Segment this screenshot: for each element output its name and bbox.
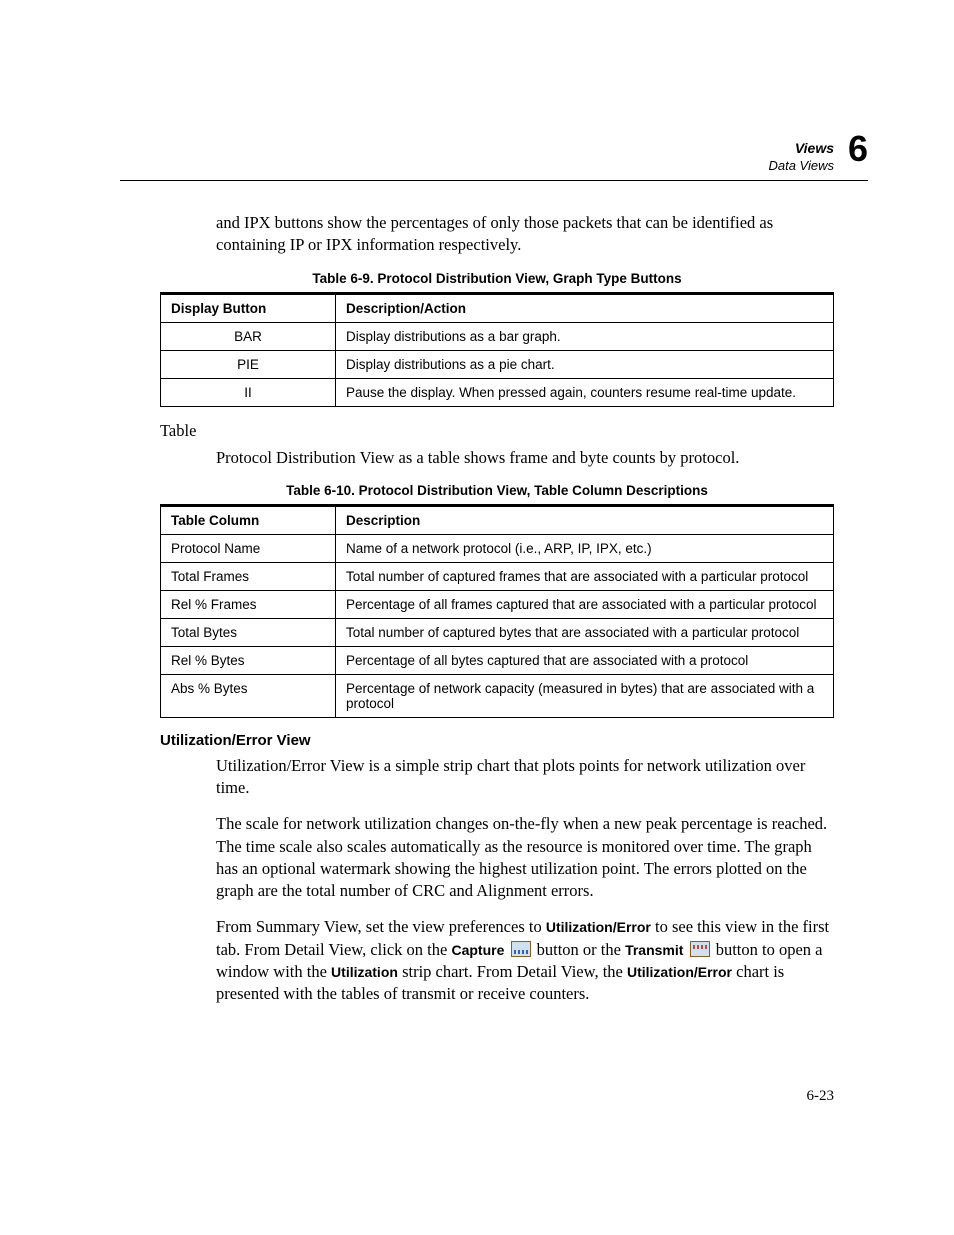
table-row: Total Bytes Total number of captured byt… bbox=[161, 618, 834, 646]
p3-bold-utilization-error: Utilization/Error bbox=[546, 919, 651, 935]
p3-bold-capture: Capture bbox=[451, 942, 504, 958]
table-row: Abs % Bytes Percentage of network capaci… bbox=[161, 674, 834, 717]
running-head: Views Data Views bbox=[768, 140, 834, 173]
transmit-icon bbox=[690, 941, 710, 957]
table-row: II Pause the display. When pressed again… bbox=[161, 378, 834, 406]
p3-bold-utilization: Utilization bbox=[331, 964, 398, 980]
section-p3: From Summary View, set the view preferen… bbox=[216, 916, 834, 1005]
cell-bar-desc: Display distributions as a bar graph. bbox=[336, 322, 834, 350]
cell-total-frames-desc: Total number of captured frames that are… bbox=[336, 562, 834, 590]
page: Views Data Views 6 and IPX buttons show … bbox=[0, 0, 954, 1235]
table-6-9: Display Button Description/Action BAR Di… bbox=[160, 292, 834, 407]
p3-t3: button or the bbox=[533, 940, 626, 959]
body: and IPX buttons show the percentages of … bbox=[160, 212, 834, 1005]
cell-total-bytes-desc: Total number of captured bytes that are … bbox=[336, 618, 834, 646]
table-6-10: Table Column Description Protocol Name N… bbox=[160, 504, 834, 718]
table-6-10-caption: Table 6-10. Protocol Distribution View, … bbox=[160, 483, 834, 498]
section-p2: The scale for network utilization change… bbox=[216, 813, 834, 902]
cell-rel-frames: Rel % Frames bbox=[161, 590, 336, 618]
table-row: Total Frames Total number of captured fr… bbox=[161, 562, 834, 590]
table-6-10-head-column: Table Column bbox=[161, 505, 336, 534]
cell-abs-bytes-desc: Percentage of network capacity (measured… bbox=[336, 674, 834, 717]
table-row: BAR Display distributions as a bar graph… bbox=[161, 322, 834, 350]
table-row: Rel % Frames Percentage of all frames ca… bbox=[161, 590, 834, 618]
cell-abs-bytes: Abs % Bytes bbox=[161, 674, 336, 717]
p3-bold-utilization-error-2: Utilization/Error bbox=[627, 964, 732, 980]
table-6-10-head-description: Description bbox=[336, 505, 834, 534]
chapter-number: 6 bbox=[848, 128, 868, 170]
table-header-row: Display Button Description/Action bbox=[161, 293, 834, 322]
cell-pie-desc: Display distributions as a pie chart. bbox=[336, 350, 834, 378]
header-rule bbox=[120, 180, 868, 181]
table-intro-paragraph: Protocol Distribution View as a table sh… bbox=[216, 447, 834, 469]
table-6-9-head-display-button: Display Button bbox=[161, 293, 336, 322]
cell-protocol-name-desc: Name of a network protocol (i.e., ARP, I… bbox=[336, 534, 834, 562]
p3-t1: From Summary View, set the view preferen… bbox=[216, 917, 546, 936]
cell-protocol-name: Protocol Name bbox=[161, 534, 336, 562]
p3-bold-transmit: Transmit bbox=[625, 942, 683, 958]
header-subtitle: Data Views bbox=[768, 158, 834, 173]
table-row: PIE Display distributions as a pie chart… bbox=[161, 350, 834, 378]
table-6-9-caption: Table 6-9. Protocol Distribution View, G… bbox=[160, 271, 834, 286]
table-6-9-head-description: Description/Action bbox=[336, 293, 834, 322]
cell-pie: PIE bbox=[161, 350, 336, 378]
cell-rel-bytes-desc: Percentage of all bytes captured that ar… bbox=[336, 646, 834, 674]
cell-bar: BAR bbox=[161, 322, 336, 350]
table-row: Rel % Bytes Percentage of all bytes capt… bbox=[161, 646, 834, 674]
cell-total-frames: Total Frames bbox=[161, 562, 336, 590]
intro-paragraph: and IPX buttons show the percentages of … bbox=[216, 212, 834, 257]
cell-pause-desc: Pause the display. When pressed again, c… bbox=[336, 378, 834, 406]
capture-icon bbox=[511, 941, 531, 957]
cell-pause: II bbox=[161, 378, 336, 406]
side-heading-table: Table bbox=[160, 421, 834, 441]
page-number: 6-23 bbox=[807, 1088, 835, 1105]
cell-rel-frames-desc: Percentage of all frames captured that a… bbox=[336, 590, 834, 618]
table-row: Protocol Name Name of a network protocol… bbox=[161, 534, 834, 562]
table-header-row: Table Column Description bbox=[161, 505, 834, 534]
cell-total-bytes: Total Bytes bbox=[161, 618, 336, 646]
section-p1: Utilization/Error View is a simple strip… bbox=[216, 755, 834, 800]
p3-t5: strip chart. From Detail View, the bbox=[398, 962, 627, 981]
section-heading-utilization-error: Utilization/Error View bbox=[160, 732, 834, 749]
header-title: Views bbox=[768, 140, 834, 156]
cell-rel-bytes: Rel % Bytes bbox=[161, 646, 336, 674]
